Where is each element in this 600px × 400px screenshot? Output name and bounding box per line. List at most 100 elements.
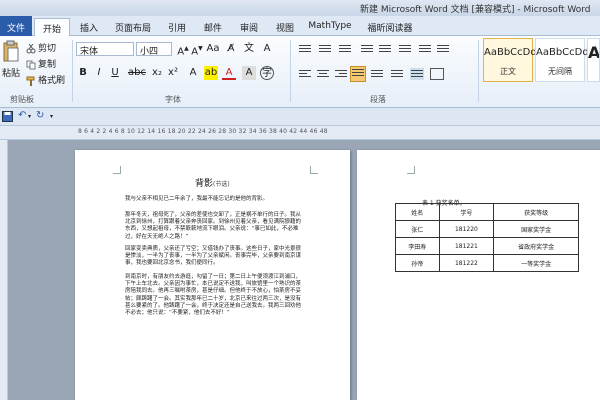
table-cell: 李田寿	[395, 237, 440, 255]
table-row: 张仁 181220 国家奖学金	[395, 220, 579, 238]
group-divider	[72, 40, 73, 102]
group-divider	[290, 40, 291, 102]
grow-font-icon[interactable]: A▲	[176, 42, 190, 57]
awards-table: 姓名 学号 获奖等级 张仁 181220 国家奖学金 李田寿 181221 省政…	[395, 203, 579, 272]
increase-indent-icon[interactable]	[378, 43, 392, 55]
document-title: 背影(节选)	[195, 176, 230, 189]
align-right-icon[interactable]	[334, 68, 348, 80]
phonetic-guide-icon[interactable]: 文	[242, 42, 256, 56]
style-sample: AaBbCcDd	[484, 47, 537, 58]
superscript-icon[interactable]: x²	[166, 66, 180, 80]
title-text: 背影	[195, 179, 214, 189]
table-header: 姓名	[395, 203, 440, 221]
paintbrush-icon	[26, 76, 36, 86]
distributed-icon[interactable]	[370, 68, 384, 80]
style-sample: A	[588, 43, 600, 62]
paste-button[interactable]: 粘贴	[2, 66, 20, 79]
clipboard-group-label: 剪贴板	[10, 95, 34, 104]
undo-dropdown-icon[interactable]: ▾	[28, 113, 31, 120]
margin-marker	[310, 166, 318, 174]
vertical-ruler[interactable]	[0, 140, 8, 400]
style-name: 无间隔	[548, 67, 572, 76]
save-icon[interactable]	[2, 111, 13, 125]
shrink-font-icon[interactable]: A▼	[190, 42, 204, 57]
table-cell: 181221	[438, 237, 495, 255]
format-painter-button[interactable]: 格式刷	[26, 73, 65, 86]
table-cell: 181222	[438, 254, 495, 272]
chinese-layout-icon[interactable]	[398, 43, 412, 55]
clear-format-icon[interactable]: A̸	[224, 42, 238, 56]
highlight-color-icon[interactable]: ab	[204, 66, 218, 80]
scissors-icon	[26, 43, 36, 54]
align-center-icon[interactable]	[316, 68, 330, 80]
horizontal-ruler[interactable]: 8 6 4 2 2 4 6 8 10 12 14 16 18 20 22 24 …	[0, 126, 600, 140]
style-sample: AaBbCcDd	[536, 47, 589, 58]
strikethrough-icon[interactable]: abc	[128, 66, 146, 80]
style-heading[interactable]: A	[587, 38, 600, 82]
tab-mathtype[interactable]: MathType	[304, 18, 356, 36]
justify-icon[interactable]	[350, 66, 366, 82]
line-spacing-icon[interactable]	[390, 68, 404, 80]
tab-foxit-reader[interactable]: 福昕阅读器	[360, 18, 420, 36]
decrease-indent-icon[interactable]	[360, 43, 374, 55]
style-no-spacing[interactable]: AaBbCcDd 无间隔	[535, 38, 589, 82]
ribbon: 粘贴 剪切 复制 格式刷 剪贴板 宋体 小四 A▲ A▼ Aa A̸ 文 A B…	[0, 36, 600, 108]
copy-icon	[26, 60, 36, 70]
customize-qat-icon[interactable]: ▾	[50, 113, 53, 120]
window-title: 新建 Microsoft Word 文档 [兼容模式] - Microsoft …	[360, 5, 591, 15]
quick-access-toolbar: ↶ ▾ ↻ ▾	[0, 108, 600, 126]
bullets-icon[interactable]	[298, 43, 312, 55]
tab-review[interactable]: 审阅	[232, 18, 266, 36]
char-shading-icon[interactable]: A	[242, 66, 256, 80]
underline-button[interactable]: U	[108, 66, 122, 80]
bold-button[interactable]: B	[76, 66, 90, 80]
style-normal[interactable]: AaBbCcDd 正文	[483, 38, 537, 82]
shading-icon[interactable]	[410, 68, 424, 80]
show-marks-icon[interactable]	[436, 43, 450, 55]
text-effects-icon[interactable]: A	[186, 66, 200, 80]
italic-button[interactable]: I	[92, 66, 106, 80]
copy-button[interactable]: 复制	[26, 57, 56, 70]
body-paragraph: 到南京时，有朋友约去游逛，勾留了一日；第二日上午便须渡江到浦口，下午上车北去。父…	[125, 274, 302, 317]
table-cell: 国家奖学金	[493, 220, 579, 238]
numbering-icon[interactable]	[318, 43, 332, 55]
cut-button[interactable]: 剪切	[26, 41, 56, 54]
font-group-label: 字体	[165, 95, 181, 104]
paste-icon[interactable]	[2, 40, 20, 64]
font-size-select[interactable]: 小四	[136, 42, 172, 57]
table-cell: 张仁	[395, 220, 440, 238]
font-name-select[interactable]: 宋体	[76, 42, 134, 57]
border-char-icon[interactable]: A	[260, 42, 274, 56]
table-cell: 181220	[438, 220, 495, 238]
sort-icon[interactable]	[418, 43, 432, 55]
cut-label: 剪切	[38, 44, 57, 54]
title-note: (节选)	[213, 181, 230, 188]
repeat-icon[interactable]: ↻	[36, 110, 44, 121]
tab-page-layout[interactable]: 页面布局	[108, 18, 158, 36]
table-header: 学号	[438, 203, 495, 221]
tab-home[interactable]: 开始	[34, 18, 70, 36]
borders-icon[interactable]	[430, 68, 444, 80]
title-bar: 新建 Microsoft Word 文档 [兼容模式] - Microsoft …	[0, 0, 600, 16]
body-paragraph: 回家变卖典质，父亲还了亏空；又借钱办了丧事。这些日子，家中光景很是惨淡，一半为了…	[125, 246, 302, 267]
tab-insert[interactable]: 插入	[72, 18, 106, 36]
align-left-icon[interactable]	[298, 68, 312, 80]
multilevel-list-icon[interactable]	[338, 43, 352, 55]
enclose-char-icon[interactable]: 字	[260, 66, 274, 80]
change-case-icon[interactable]: Aa	[206, 42, 220, 56]
body-paragraph: 那年冬天，祖母死了，父亲的差使也交卸了，正是祸不单行的日子。我从北京到徐州，打算…	[125, 212, 302, 240]
subscript-icon[interactable]: x₂	[150, 66, 164, 80]
tab-references[interactable]: 引用	[160, 18, 194, 36]
tab-view[interactable]: 视图	[268, 18, 302, 36]
group-divider	[478, 40, 479, 102]
table-row: 李田寿 181221 省政府奖学金	[395, 237, 579, 255]
table-cell: 孙帝	[395, 254, 440, 272]
tab-mailings[interactable]: 邮件	[196, 18, 230, 36]
tab-file[interactable]: 文件	[0, 16, 32, 36]
document-page-2[interactable]: 表 1 获奖名单。 姓名 学号 获奖等级 张仁 181220 国家奖学金 李田寿…	[357, 150, 600, 400]
ribbon-tabs: 文件 开始 插入 页面布局 引用 邮件 审阅 视图 MathType 福昕阅读器	[0, 16, 600, 36]
table-header-row: 姓名 学号 获奖等级	[395, 203, 579, 221]
font-color-icon[interactable]: A	[222, 66, 236, 80]
document-page-1[interactable]: 背影(节选) 我与父亲不相见已二年余了，我最不能忘记的是他的背影。 那年冬天，祖…	[75, 150, 350, 400]
undo-icon[interactable]: ↶	[18, 110, 26, 121]
